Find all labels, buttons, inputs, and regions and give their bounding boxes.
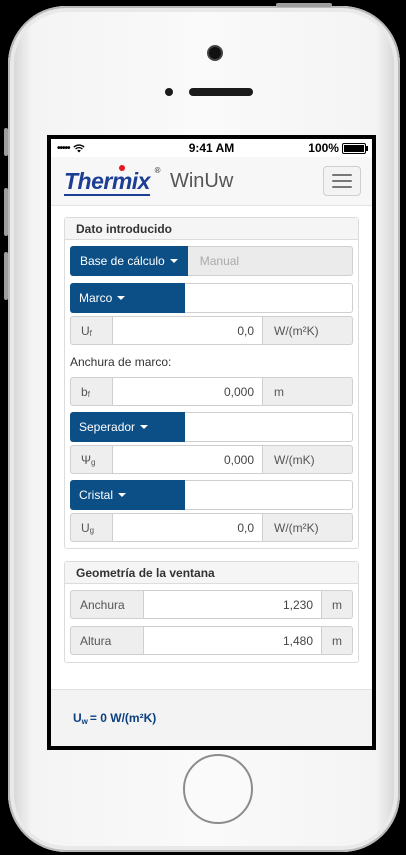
separador-dropdown-label: Seperador (79, 420, 136, 434)
separador-dropdown[interactable]: Seperador (70, 412, 185, 442)
front-camera (209, 47, 221, 59)
cristal-row: Cristal (70, 480, 353, 510)
hamburger-icon (332, 186, 352, 188)
manual-label: Manual (199, 254, 240, 268)
anchura-row: Anchura 1,230 m (70, 590, 353, 619)
logo-dot (119, 164, 125, 171)
chevron-down-icon (118, 493, 127, 497)
bf-input[interactable]: 0,000 (113, 377, 263, 406)
result-bar: U w = 0 W/(m²K) (51, 689, 372, 746)
marco-dropdown[interactable]: Marco (70, 283, 185, 313)
anchura-label: Anchura (70, 590, 144, 619)
uf-input[interactable]: 0,0 (113, 316, 263, 345)
psig-symbol-sub: g (91, 458, 96, 467)
mode-selector: Base de cálculo Manual (70, 246, 353, 276)
status-bar: ••••• 9:41 AM 100% (51, 139, 372, 157)
logo-underline (64, 193, 150, 196)
ug-unit: W/(m²K) (263, 513, 353, 542)
logo-text: Thermix (64, 167, 150, 194)
ug-symbol-sub: g (89, 526, 95, 535)
power-button (276, 3, 332, 7)
hamburger-icon (332, 180, 352, 182)
wifi-icon (72, 143, 85, 152)
ug-row: Ug 0,0 W/(m²K) (70, 513, 353, 542)
volume-down-button (4, 252, 8, 300)
uf-unit: W/(m²K) (263, 316, 353, 345)
anchura-marco-label: Anchura de marco: (70, 355, 172, 369)
chevron-down-icon (169, 259, 178, 263)
anchura-unit: m (322, 590, 353, 619)
ug-symbol: Ug (70, 513, 113, 542)
phone-frame: ••••• 9:41 AM 100% Thermix ® WinUw Dato … (4, 3, 400, 852)
chevron-down-icon (140, 425, 149, 429)
marco-row: Marco (70, 283, 353, 313)
cristal-dropdown[interactable]: Cristal (70, 480, 185, 510)
psig-input[interactable]: 0,000 (113, 445, 263, 474)
app-name: WinUw (169, 169, 234, 192)
result-subscript: w (81, 716, 88, 726)
battery-percent: 100% (308, 141, 339, 155)
proximity-sensor (165, 88, 173, 96)
base-calculo-button[interactable]: Base de cálculo (70, 246, 188, 276)
ug-symbol-main: U (81, 520, 90, 535)
separador-selection-field[interactable] (185, 412, 353, 442)
result-symbol: U (73, 711, 82, 725)
hamburger-menu-button[interactable] (323, 166, 361, 196)
chevron-down-icon (117, 296, 126, 300)
psig-row: Ψg 0,000 W/(mK) (70, 445, 353, 474)
psig-unit: W/(mK) (263, 445, 353, 474)
bf-symbol: bf (70, 377, 113, 406)
home-button[interactable] (183, 754, 253, 824)
psig-symbol: Ψg (70, 445, 113, 474)
altura-row: Altura 1,480 m (70, 626, 353, 655)
geometria-heading: Geometría de la ventana (65, 562, 358, 584)
marco-selection-field[interactable] (185, 283, 353, 313)
earpiece-speaker (189, 88, 253, 96)
altura-input[interactable]: 1,480 (144, 626, 322, 655)
navbar: Thermix ® WinUw (51, 157, 372, 206)
bf-symbol-sub: f (87, 390, 90, 399)
dato-heading: Dato introducido (65, 218, 358, 240)
bf-row: bf 0,000 m (70, 377, 353, 406)
uf-symbol-main: U (81, 323, 90, 338)
anchura-input[interactable]: 1,230 (144, 590, 322, 619)
thermix-logo[interactable]: Thermix ® (64, 164, 161, 196)
battery-icon (341, 142, 368, 154)
separador-row: Seperador (70, 412, 353, 442)
mute-switch (4, 128, 8, 156)
manual-button[interactable]: Manual (187, 246, 353, 276)
base-calculo-label: Base de cálculo (80, 254, 165, 268)
marco-dropdown-label: Marco (79, 291, 113, 305)
bf-symbol-main: b (81, 384, 88, 399)
signal-strength: ••••• (57, 142, 70, 154)
bf-unit: m (263, 377, 353, 406)
screen: ••••• 9:41 AM 100% Thermix ® WinUw Dato … (47, 135, 376, 750)
geometria-panel: Geometría de la ventana Anchura 1,230 m … (64, 561, 359, 663)
result-value: = 0 W/(m²K) (89, 711, 157, 725)
clock: 9:41 AM (188, 141, 235, 155)
volume-up-button (4, 188, 8, 236)
psig-symbol-main: Ψ (81, 452, 92, 467)
cristal-selection-field[interactable] (185, 480, 353, 510)
hamburger-icon (332, 174, 352, 176)
logo-registered: ® (154, 165, 161, 175)
altura-unit: m (322, 626, 353, 655)
ug-input[interactable]: 0,0 (113, 513, 263, 542)
dato-panel: Dato introducido Base de cálculo Manual (64, 217, 359, 549)
altura-label: Altura (70, 626, 144, 655)
uf-symbol-sub: f (89, 329, 92, 338)
cristal-dropdown-label: Cristal (79, 488, 114, 502)
uf-symbol: Uf (70, 316, 113, 345)
uf-row: Uf 0,0 W/(m²K) (70, 316, 353, 345)
